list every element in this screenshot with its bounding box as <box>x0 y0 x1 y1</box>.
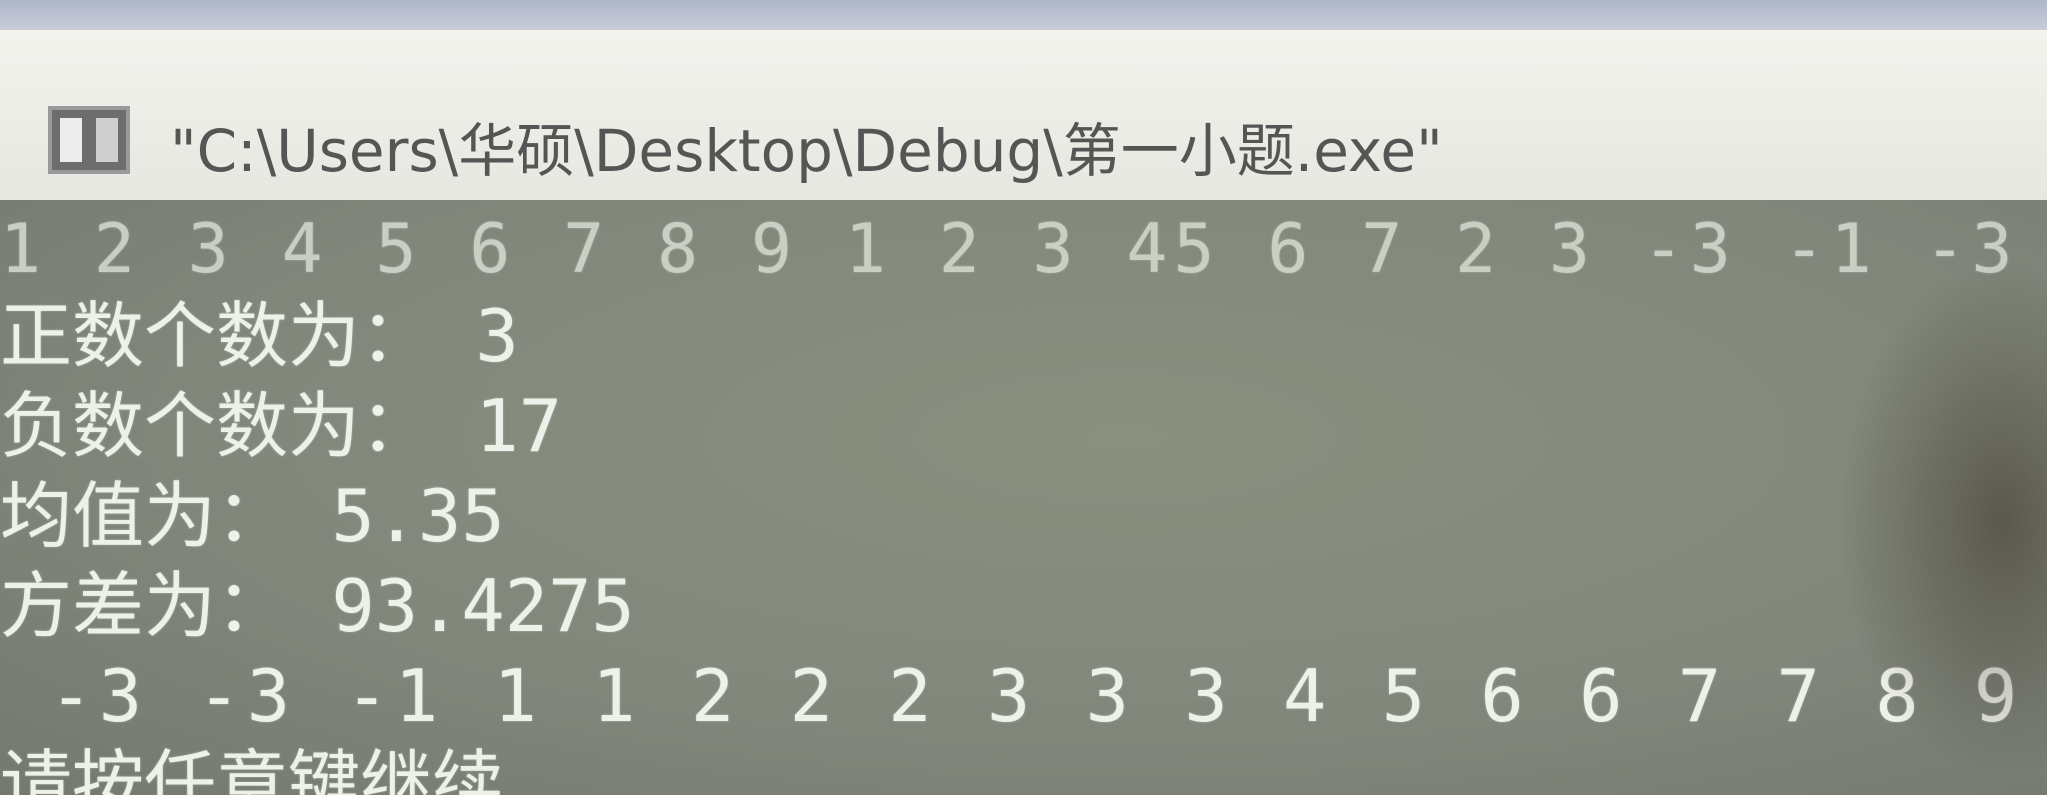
console-app-icon[interactable] <box>48 106 130 174</box>
window-titlebar[interactable]: "C:\Users\华硕\Desktop\Debug\第一小题.exe" <box>0 30 2047 202</box>
console-line-input: 1 2 3 4 5 6 7 8 9 1 2 3 45 6 7 2 3 -3 -1… <box>0 210 2019 289</box>
console-line-positive-count: 正数个数为： 3 <box>0 294 519 378</box>
window-title: "C:\Users\华硕\Desktop\Debug\第一小题.exe" <box>170 117 1443 185</box>
console-line-press-any-key: 请按任意键继续. . . <box>0 742 721 795</box>
console-line-negative-count: 负数个数为： 17 <box>0 384 563 468</box>
console-line-variance: 方差为： 93.4275 <box>0 564 635 648</box>
console-line-sorted: -3 -3 -1 1 1 2 2 2 3 3 3 4 5 6 6 7 7 8 9… <box>0 654 2047 738</box>
console-line-mean: 均值为： 5.35 <box>0 474 505 558</box>
desktop-top-strip <box>0 0 2047 30</box>
console-output-area[interactable]: 1 2 3 4 5 6 7 8 9 1 2 3 45 6 7 2 3 -3 -1… <box>0 200 2047 795</box>
